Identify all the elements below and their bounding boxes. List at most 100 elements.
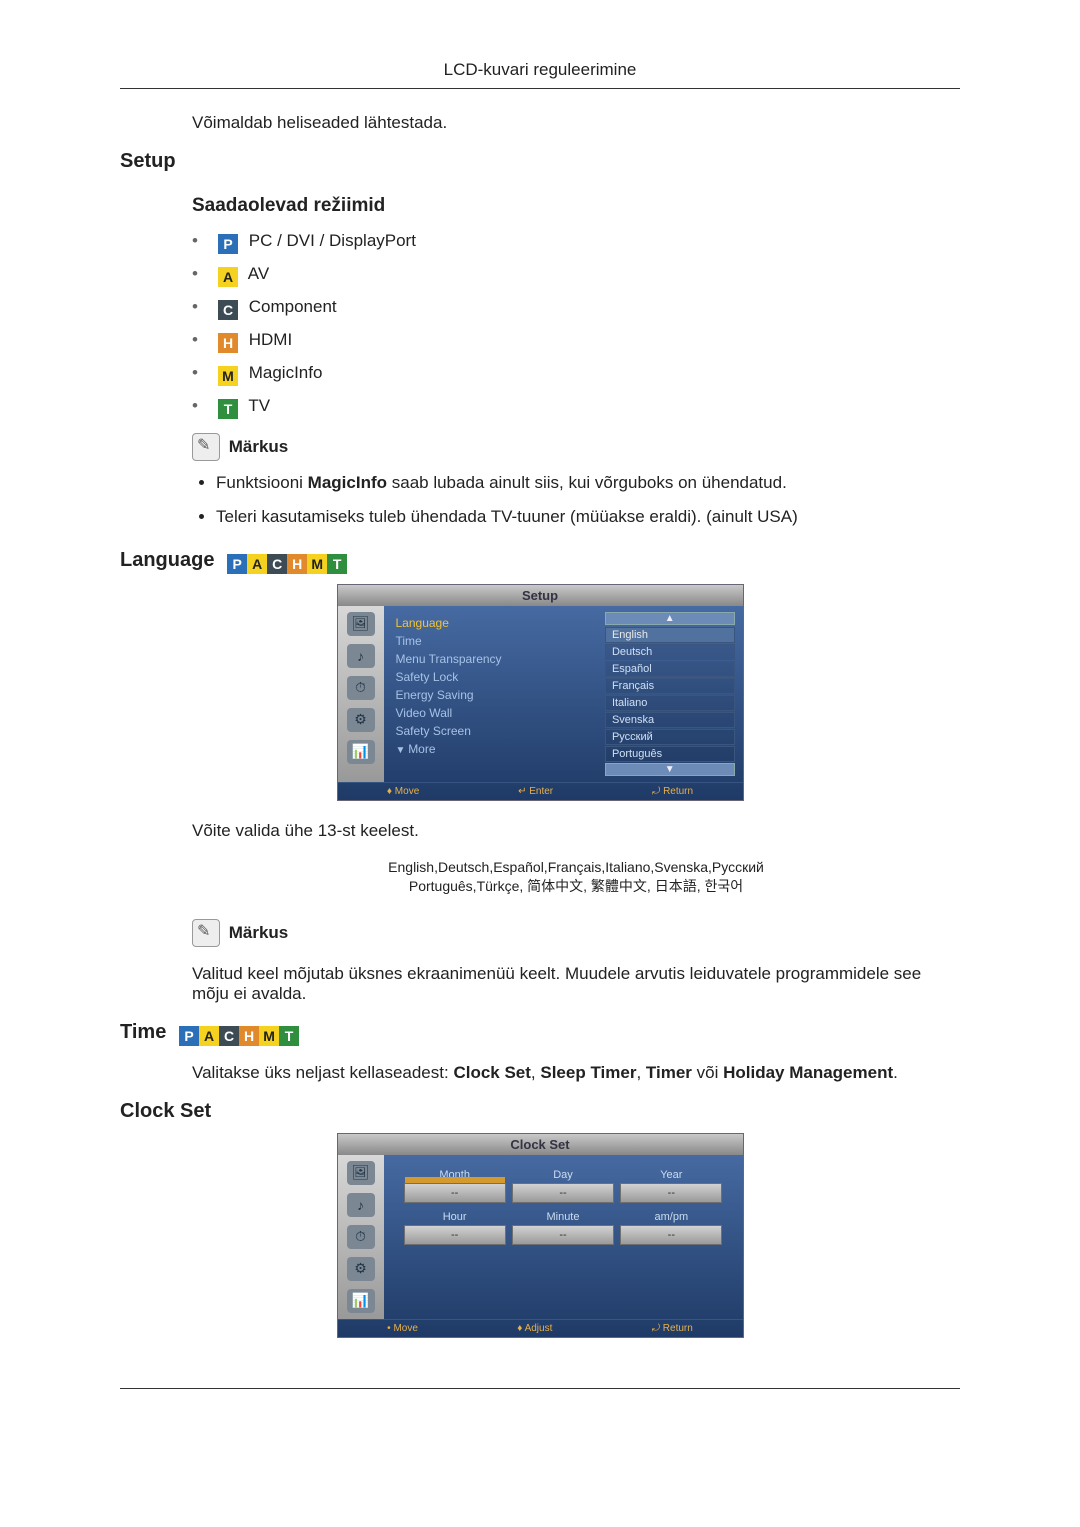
lang-h-icon: H: [287, 554, 307, 574]
osd-mi-language[interactable]: Language: [396, 614, 593, 632]
osd-foot-adjust: ♦ Adjust: [517, 1323, 552, 1334]
mode-tv-label: TV: [248, 396, 270, 415]
setup-notes-list: Funktsiooni MagicInfo saab lubada ainult…: [192, 471, 960, 529]
osd-title: Setup: [338, 585, 743, 606]
setup-note-2: Teleri kasutamiseks tuleb ühendada TV-tu…: [216, 505, 960, 529]
osd-menu-list: Language Time Menu Transparency Safety L…: [384, 606, 603, 782]
osd-foot-move: • Move: [387, 1323, 418, 1334]
osd-scroll-up[interactable]: ▲: [605, 612, 735, 625]
osd-multi-icon: ⚙: [347, 708, 375, 732]
language-intro: Võite valida ühe 13-st keelest.: [192, 821, 960, 841]
osd-opt-english[interactable]: English: [605, 627, 735, 643]
osd-title: Clock Set: [338, 1134, 743, 1155]
input-month[interactable]: --: [404, 1183, 506, 1203]
osd-scroll-down[interactable]: ▼: [605, 763, 735, 776]
mode-magic-label: MagicInfo: [249, 363, 323, 382]
lang-c-icon: C: [267, 554, 287, 574]
osd-opt-deutsch[interactable]: Deutsch: [605, 644, 735, 660]
osd-sound-icon: ♪: [347, 1193, 375, 1217]
time-c-icon: C: [219, 1026, 239, 1046]
osd-mi-videowall[interactable]: Video Wall: [396, 704, 593, 722]
osd-options: ▲ English Deutsch Español Français Itali…: [603, 606, 743, 782]
note-label: Märkus: [229, 437, 289, 456]
osd-opt-italiano[interactable]: Italiano: [605, 695, 735, 711]
input-year[interactable]: --: [620, 1183, 722, 1203]
osd-picture-icon: 🖼: [347, 1161, 375, 1185]
mode-av-label: AV: [248, 264, 269, 283]
osd-mi-more[interactable]: More: [396, 740, 593, 758]
mode-h-icon: H: [218, 333, 238, 353]
osd-opt-svenska[interactable]: Svenska: [605, 712, 735, 728]
time-intro: Valitakse üks neljast kellaseadest: Cloc…: [192, 1063, 960, 1083]
mode-component-label: Component: [249, 297, 337, 316]
modes-heading: Saadaolevad režiimid: [192, 195, 960, 217]
lbl-hour: Hour: [404, 1211, 506, 1223]
clockset-heading: Clock Set: [120, 1100, 960, 1123]
page-header-title: LCD-kuvari reguleerimine: [120, 60, 960, 88]
mode-pc-label: PC / DVI / DisplayPort: [249, 231, 416, 250]
mode-a-icon: A: [218, 267, 238, 287]
language-heading: Language: [120, 549, 214, 571]
lang-p-icon: P: [227, 554, 247, 574]
osd-opt-francais[interactable]: Français: [605, 678, 735, 694]
osd-opt-russkiy[interactable]: Русский: [605, 729, 735, 745]
footer-rule: [120, 1388, 960, 1389]
note-label: Märkus: [229, 923, 289, 942]
osd-multi-icon: ⚙: [347, 1257, 375, 1281]
osd-foot-return: ⤾ Return: [652, 786, 693, 797]
osd-foot-move: ♦ Move: [387, 786, 419, 797]
osd-picture-icon: 🖼: [347, 612, 375, 636]
time-heading: Time: [120, 1021, 166, 1043]
lbl-minute: Minute: [512, 1211, 614, 1223]
lang-a-icon: A: [247, 554, 267, 574]
mode-c-icon: C: [218, 300, 238, 320]
osd-mi-transparency[interactable]: Menu Transparency: [396, 650, 593, 668]
mode-p-icon: P: [218, 234, 238, 254]
input-hour[interactable]: --: [404, 1225, 506, 1245]
language-note-text: Valitud keel mõjutab üksnes ekraanimenüü…: [192, 964, 960, 1004]
osd-sound-icon: ♪: [347, 644, 375, 668]
language-list-image: English,Deutsch,Español,Français,Italian…: [316, 858, 836, 897]
time-a-icon: A: [199, 1026, 219, 1046]
osd-setup-icon: ⏱: [347, 676, 375, 700]
osd-side-icons: 🖼 ♪ ⏱ ⚙ 📊: [338, 606, 384, 782]
osd-setup-icon: ⏱: [347, 1225, 375, 1249]
osd-opt-portugues[interactable]: Português: [605, 746, 735, 762]
osd-opt-espanol[interactable]: Español: [605, 661, 735, 677]
osd-mi-energy[interactable]: Energy Saving: [396, 686, 593, 704]
lang-t-icon: T: [327, 554, 347, 574]
osd-mi-safetylock[interactable]: Safety Lock: [396, 668, 593, 686]
mode-m-icon: M: [218, 366, 238, 386]
osd-side-icons: 🖼 ♪ ⏱ ⚙ 📊: [338, 1155, 384, 1319]
osd-foot-return: ⤾ Return: [652, 1323, 693, 1334]
setup-heading: Setup: [120, 150, 960, 173]
lbl-day: Day: [512, 1169, 614, 1181]
osd-mi-time[interactable]: Time: [396, 632, 593, 650]
osd-mi-safetyscreen[interactable]: Safety Screen: [396, 722, 593, 740]
osd-info-icon: 📊: [347, 740, 375, 764]
note-icon: [192, 919, 220, 947]
input-ampm[interactable]: --: [620, 1225, 722, 1245]
input-minute[interactable]: --: [512, 1225, 614, 1245]
setup-note-1: Funktsiooni MagicInfo saab lubada ainult…: [216, 471, 960, 495]
mode-t-icon: T: [218, 399, 238, 419]
mode-hdmi-label: HDMI: [249, 330, 292, 349]
language-osd: Setup 🖼 ♪ ⏱ ⚙ 📊 Language Time Menu Trans…: [337, 584, 744, 801]
lang-m-icon: M: [307, 554, 327, 574]
lbl-year: Year: [620, 1169, 722, 1181]
input-day[interactable]: --: [512, 1183, 614, 1203]
note-icon: [192, 433, 220, 461]
sound-reset-text: Võimaldab heliseaded lähtestada.: [192, 113, 960, 133]
osd-footer: ♦ Move ↵ Enter ⤾ Return: [338, 782, 743, 800]
lbl-ampm: am/pm: [620, 1211, 722, 1223]
clockset-osd: Clock Set 🖼 ♪ ⏱ ⚙ 📊 Month Day Year: [337, 1133, 744, 1338]
osd-info-icon: 📊: [347, 1289, 375, 1313]
mode-list: P PC / DVI / DisplayPort A AV C Componen…: [192, 231, 960, 419]
time-p-icon: P: [179, 1026, 199, 1046]
osd-foot-enter: ↵ Enter: [518, 786, 553, 797]
time-t-icon: T: [279, 1026, 299, 1046]
time-h-icon: H: [239, 1026, 259, 1046]
time-m-icon: M: [259, 1026, 279, 1046]
header-rule: [120, 88, 960, 89]
osd-footer: • Move ♦ Adjust ⤾ Return: [338, 1319, 743, 1337]
